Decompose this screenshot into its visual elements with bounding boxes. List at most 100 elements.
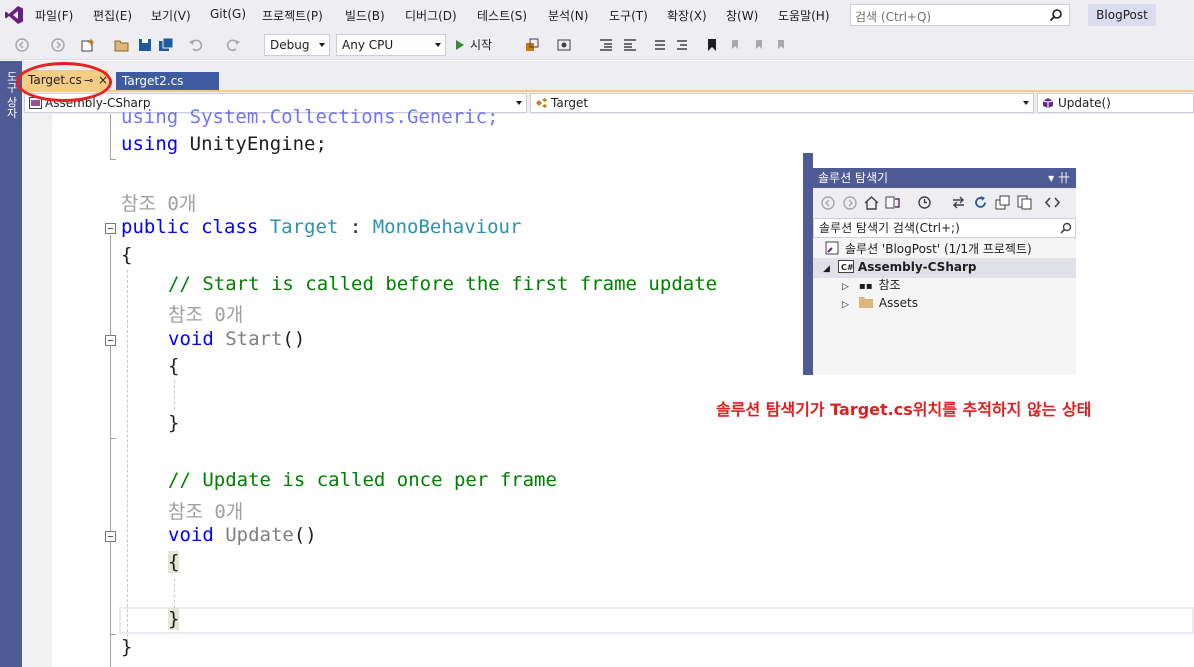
new-project-icon[interactable] — [80, 37, 96, 53]
close-icon[interactable]: × — [98, 70, 108, 91]
open-file-icon[interactable] — [114, 37, 130, 53]
collapse-start-icon[interactable] — [105, 335, 116, 346]
outline-end-tick — [110, 159, 116, 160]
uncomment-lines-icon[interactable] — [674, 37, 690, 53]
class-close-brace: } — [121, 636, 133, 658]
bookmark-icon[interactable] — [704, 37, 720, 53]
indent-guide — [127, 270, 128, 642]
indent-icon[interactable] — [598, 37, 614, 53]
annotation-text: 솔루션 탐색기가 Target.cs위치를 추적하지 않는 상태 — [716, 400, 1092, 419]
project-label: Assembly-CSharp — [857, 260, 977, 274]
solution-platform-select[interactable]: Any CPU — [336, 34, 446, 56]
collapsed-arrow-icon[interactable]: ▷ — [842, 300, 849, 310]
menu-window[interactable]: 창(W) — [726, 7, 758, 24]
tab-label: Target2.cs — [122, 74, 184, 88]
search-icon — [1060, 222, 1072, 234]
panel-options-icon[interactable]: ▾ 卄 — [1048, 168, 1070, 188]
menu-help[interactable]: 도움말(H) — [778, 7, 830, 24]
outline-bar — [110, 114, 111, 160]
collapse-all-icon[interactable] — [995, 195, 1010, 210]
update-comment: // Update is called once per frame — [168, 469, 557, 491]
show-all-files-icon[interactable] — [1017, 195, 1032, 210]
browser-link-icon[interactable] — [524, 37, 540, 53]
using-directive: using System.Collections.Generic; — [121, 106, 499, 128]
code-line: public class Target : MonoBehaviour — [121, 216, 521, 238]
method-name-update: Update — [225, 524, 294, 546]
code-line: using UnityEngine; — [121, 133, 327, 155]
tree-item-project[interactable]: ◢ C# Assembly-CSharp — [813, 258, 1076, 278]
folder-icon — [858, 297, 873, 308]
switch-views-icon[interactable] — [885, 195, 900, 210]
save-icon[interactable] — [137, 37, 153, 53]
toolbox-strip[interactable]: 도구 상자 — [0, 61, 22, 667]
pending-changes-filter-icon[interactable] — [917, 195, 932, 210]
collapsed-arrow-icon[interactable]: ▷ — [842, 282, 849, 292]
references-label: 참조 — [878, 278, 901, 292]
screenshot-icon[interactable] — [556, 37, 572, 53]
codelens-references[interactable]: 참조 0개 — [168, 497, 243, 524]
svg-text:C#: C# — [841, 263, 854, 272]
navigate-back-icon[interactable] — [14, 37, 30, 53]
redo-icon[interactable] — [225, 37, 241, 53]
back-icon[interactable] — [821, 196, 835, 210]
undo-icon[interactable] — [188, 37, 204, 53]
tab-target-cs[interactable]: Target.cs ⊸ × — [22, 70, 108, 91]
codelens-references[interactable]: 참조 0개 — [121, 189, 196, 216]
project-name-badge[interactable]: BlogPost — [1088, 4, 1156, 26]
keyword: void — [168, 328, 214, 350]
next-bookmark-icon[interactable] — [750, 37, 766, 53]
refresh-icon[interactable] — [973, 195, 988, 210]
visual-studio-logo-icon — [5, 6, 23, 24]
menu-build[interactable]: 빌드(B) — [345, 7, 385, 24]
menu-analyze[interactable]: 분석(N) — [548, 7, 588, 24]
member-nav-value: Update() — [1058, 96, 1111, 110]
save-all-icon[interactable] — [158, 37, 174, 53]
previous-bookmark-icon[interactable] — [726, 37, 742, 53]
forward-icon[interactable] — [843, 196, 857, 210]
menu-edit[interactable]: 편집(E) — [93, 7, 132, 24]
search-input[interactable]: 검색 (Ctrl+Q) — [850, 4, 1070, 26]
navigate-forward-icon[interactable] — [50, 37, 66, 53]
code-view-icon[interactable] — [1045, 195, 1060, 210]
menu-debug[interactable]: 디버그(D) — [405, 7, 457, 24]
indent-guide — [174, 380, 175, 410]
outline-end-tick — [110, 634, 116, 635]
member-nav-dropdown[interactable]: Update() — [1037, 93, 1194, 113]
solution-config-select[interactable]: Debug — [264, 34, 330, 56]
outdent-icon[interactable] — [622, 37, 638, 53]
namespace-text: UnityEngine; — [178, 133, 327, 155]
start-button-label: 시작 — [470, 38, 493, 52]
comment-lines-icon[interactable] — [652, 37, 668, 53]
solution-explorer-top-gap — [813, 153, 1076, 168]
method-name-start: Start — [225, 328, 283, 350]
collapse-update-icon[interactable] — [105, 531, 116, 542]
standard-toolbar — [0, 30, 1194, 60]
tree-item-assets[interactable]: ▷ Assets — [842, 294, 918, 314]
menu-test[interactable]: 테스트(S) — [477, 7, 527, 24]
menu-tools[interactable]: 도구(T) — [609, 7, 648, 24]
pin-icon[interactable]: ⊸ — [84, 70, 93, 91]
menu-view[interactable]: 보기(V) — [151, 7, 191, 24]
menu-git[interactable]: Git(G) — [210, 7, 246, 21]
assets-label: Assets — [878, 296, 918, 310]
menu-extensions[interactable]: 확장(X) — [667, 7, 707, 24]
keyword: using — [121, 133, 179, 155]
tree-item-references[interactable]: ▷ ▪▪ 참조 — [842, 276, 901, 296]
solution-icon — [825, 241, 839, 255]
solution-platform-value: Any CPU — [342, 38, 394, 52]
start-debugging-button[interactable]: 시작 — [456, 35, 492, 55]
clear-bookmarks-icon[interactable] — [772, 37, 788, 53]
indent-guide — [174, 578, 175, 608]
sync-with-active-document-icon[interactable] — [951, 195, 966, 210]
solution-explorer-search-input[interactable]: 솔루션 탐색기 검색(Ctrl+;) — [813, 218, 1076, 238]
tree-item-solution[interactable]: 솔루션 'BlogPost' (1/1개 프로젝트) — [825, 240, 1032, 258]
codelens-references[interactable]: 참조 0개 — [168, 300, 243, 327]
menu-file[interactable]: 파일(F) — [35, 7, 73, 24]
collapse-class-icon[interactable] — [105, 223, 116, 234]
type-nav-dropdown[interactable]: Target — [530, 93, 1034, 113]
tab-target2-cs[interactable]: Target2.cs — [116, 72, 219, 91]
menu-project[interactable]: 프로젝트(P) — [262, 7, 323, 24]
parens: () — [293, 524, 317, 546]
home-icon[interactable] — [864, 195, 879, 210]
expanded-arrow-icon[interactable]: ◢ — [823, 264, 830, 274]
